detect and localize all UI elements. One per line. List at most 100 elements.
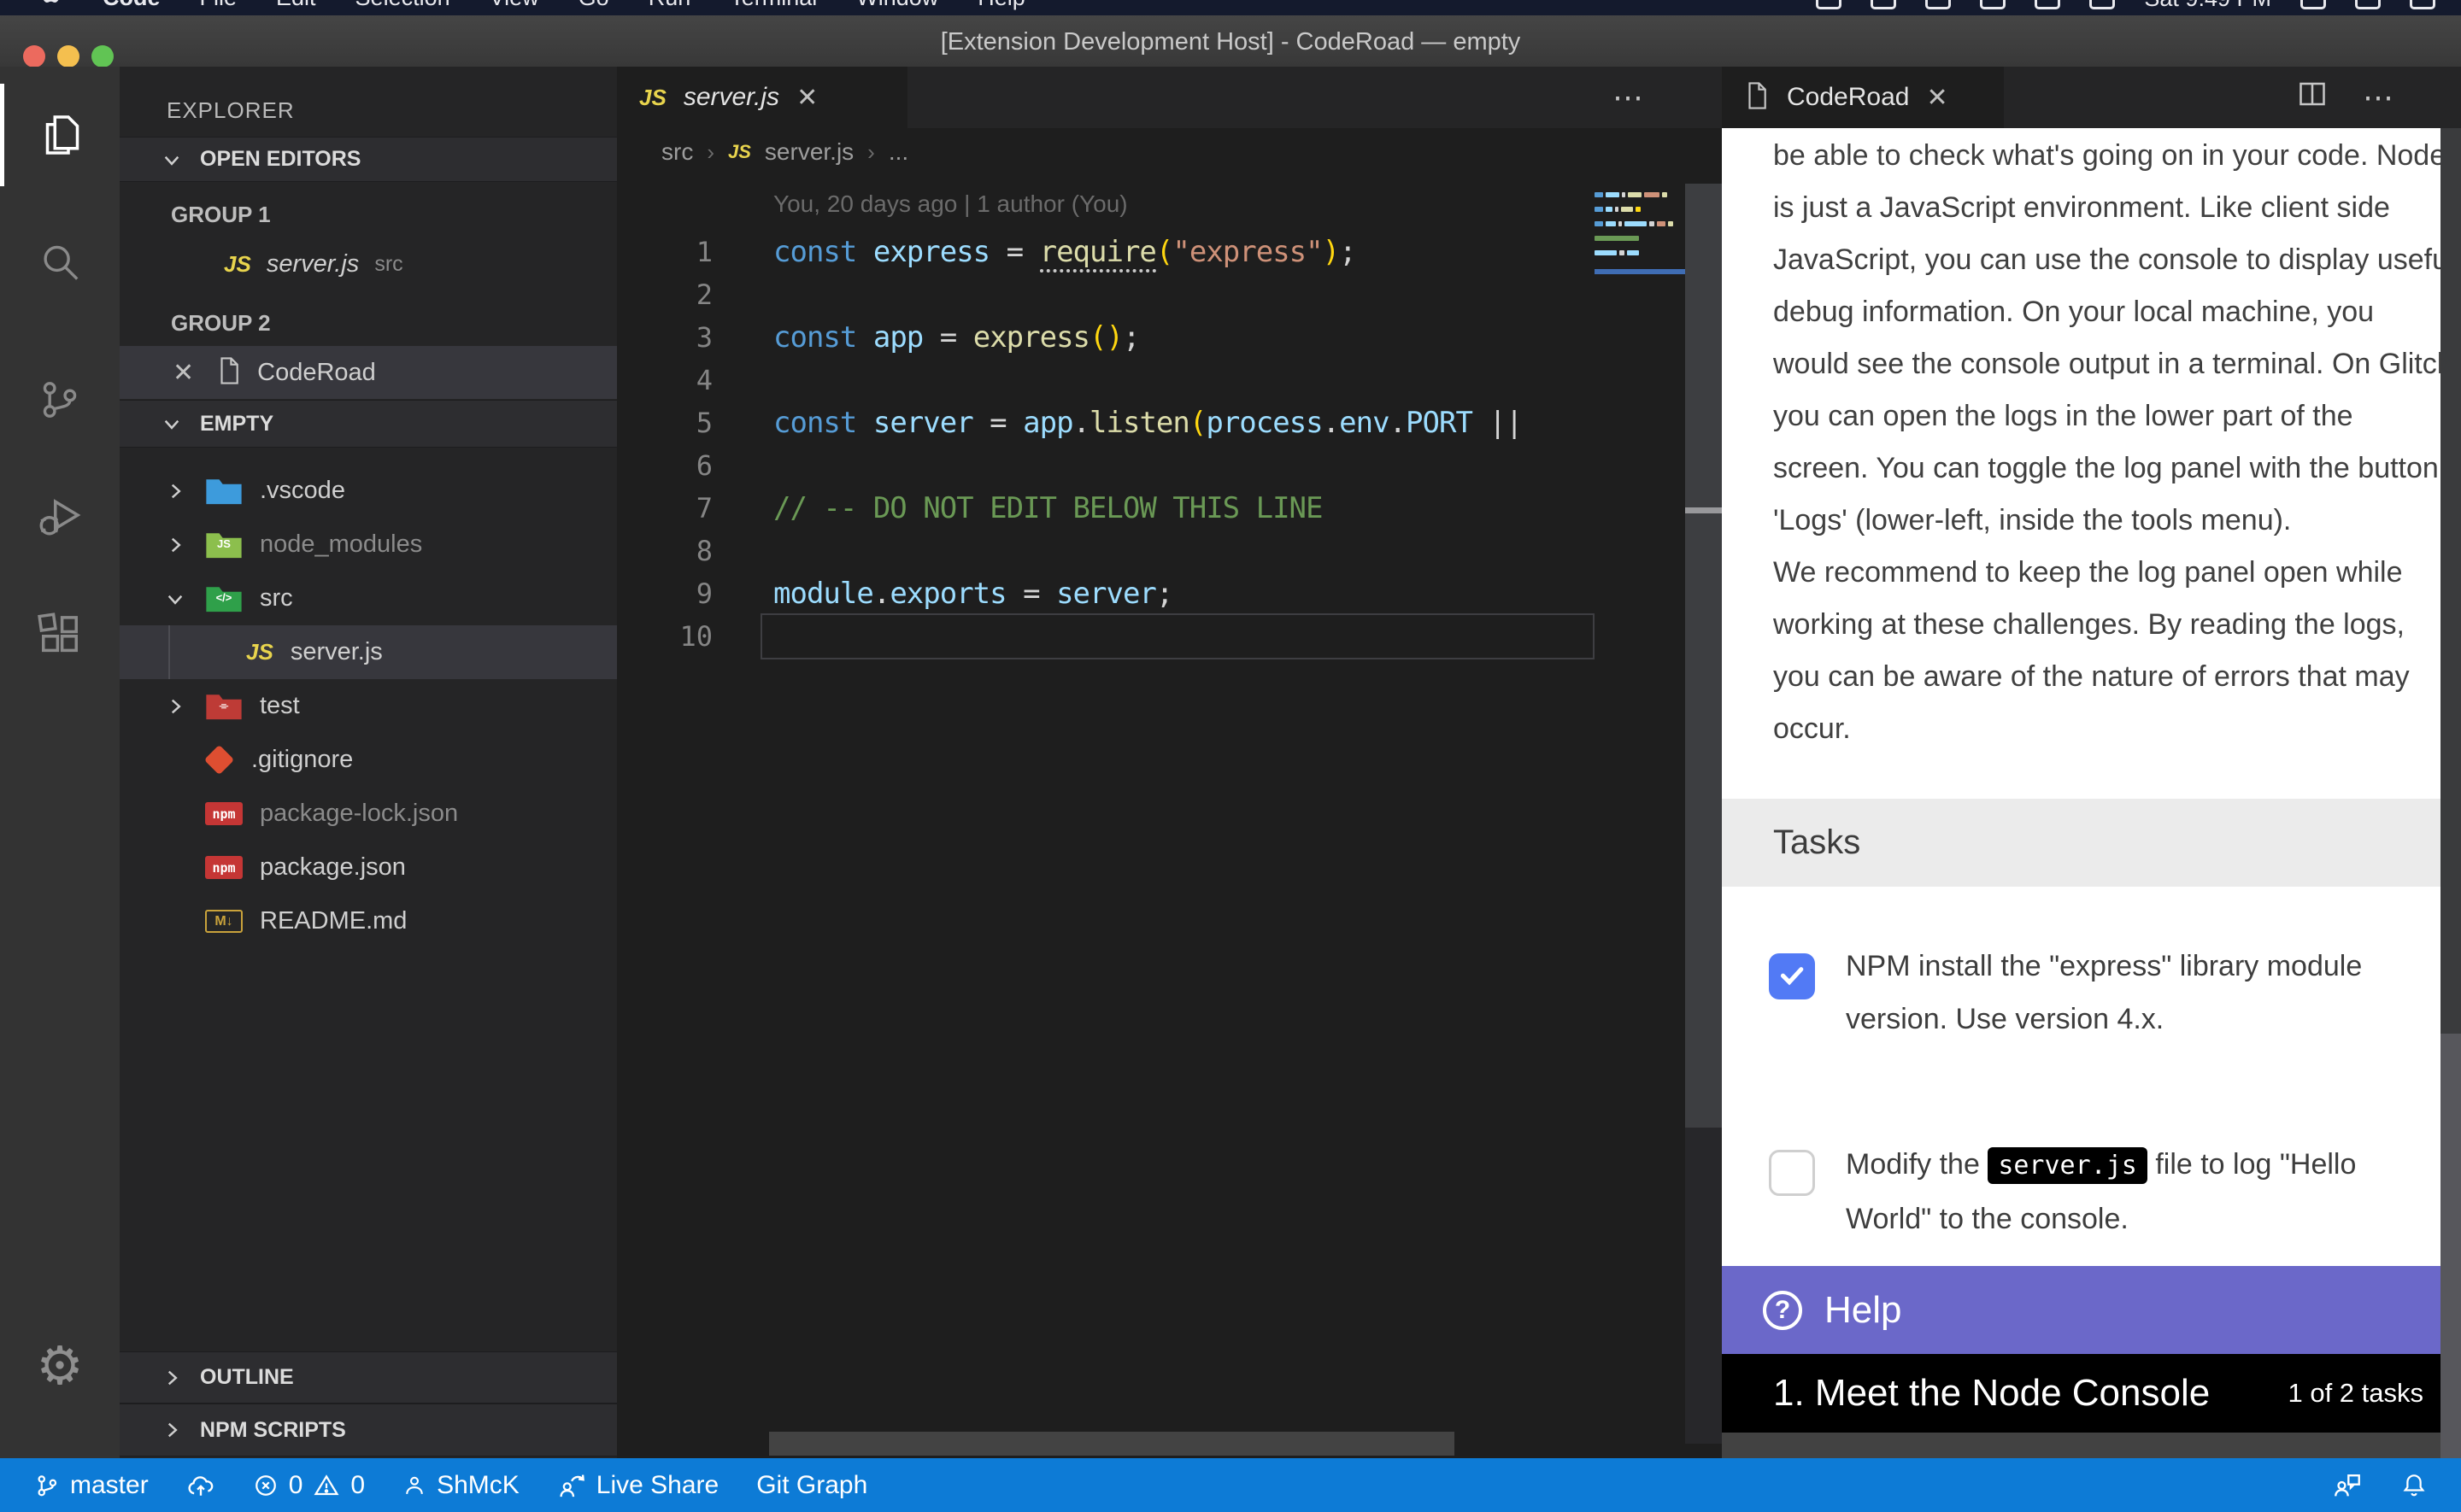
editor-actions[interactable]: ⋯ [1612,67,1643,128]
menu-item-code[interactable]: Code [103,0,161,15]
explorer-sidebar: EXPLORER OPEN EDITORSGROUP 1JS server.js… [120,67,617,1458]
statusbar-label: Git Graph [756,1471,867,1500]
menubar-status-icon[interactable] [1925,0,1951,9]
menu-item-window[interactable]: Window [856,0,938,15]
breadcrumb-symbol[interactable]: ... [889,138,908,166]
tree-item-package-lock-json[interactable]: npmpackage-lock.json [120,787,617,841]
lesson-text-line: you can be aware of the nature of errors… [1773,651,2423,703]
statusbar-item-git-graph[interactable]: Git Graph [756,1471,867,1500]
menu-item-selection[interactable]: Selection [355,0,450,15]
statusbar-item-live-share-account[interactable]: ShMcK [402,1471,520,1500]
editor-vertical-scrollbar[interactable] [1685,184,1722,1128]
apple-logo-icon[interactable] [43,0,63,15]
menu-item-edit[interactable]: Edit [276,0,316,15]
panel-actions: ⋯ [2296,67,2393,128]
more-ellipsis-icon[interactable]: ⋯ [2363,79,2393,115]
code-line-5[interactable]: const server = app.listen(process.env.PO… [773,401,1522,444]
line-number: 4 [617,359,713,401]
section-header-open-editors[interactable]: OPEN EDITORS [120,137,617,182]
split-editor-icon[interactable] [2296,79,2329,117]
panel-scrollbar-thumb[interactable] [2440,128,2461,1034]
menu-item-run[interactable]: Run [649,0,691,15]
section-header-npm-scripts[interactable]: NPM SCRIPTS [120,1404,617,1456]
menu-item-file[interactable]: File [200,0,238,15]
close-icon[interactable]: ✕ [796,83,818,113]
editor-horizontal-scrollbar[interactable] [769,1432,1454,1456]
close-icon[interactable]: ✕ [1926,83,1947,113]
more-ellipsis-icon[interactable]: ⋯ [1612,79,1643,115]
statusbar-label: 0 [289,1471,303,1500]
menubar-status-icon[interactable] [2410,0,2435,9]
line-number: 2 [617,273,713,316]
activitybar-settings-gear[interactable]: ⚙ [0,1314,120,1416]
tree-item-node-modules[interactable]: JSnode_modules [120,518,617,571]
line-number: 9 [617,572,713,615]
activitybar-explorer[interactable] [0,84,120,186]
statusbar-item-git-branch-master[interactable]: master [34,1471,149,1500]
menu-item-help[interactable]: Help [978,0,1025,15]
lesson-title: 1. Meet the Node Console [1773,1372,2288,1415]
folder-vscode-icon [205,477,243,506]
activitybar-search[interactable] [0,212,120,314]
lesson-footer[interactable]: 1. Meet the Node Console 1 of 2 tasks [1722,1354,2461,1433]
tree-item--gitignore[interactable]: .gitignore [120,733,617,787]
open-editor-coderoad[interactable]: ✕ CodeRoad [120,346,617,399]
statusbar-item-notifications[interactable] [2401,1472,2427,1499]
tree-item-src[interactable]: </>src [120,571,617,625]
help-accordion[interactable]: ? Help [1722,1266,2461,1354]
minimap-line [1595,236,1639,241]
task-checkbox-1[interactable] [1769,953,1815,999]
breadcrumb-server-js[interactable]: server.js [765,138,854,166]
breadcrumb-src[interactable]: src [661,138,693,166]
activitybar-source-control[interactable] [0,349,120,451]
menubar-clock[interactable]: Sat 9:49 PM [2144,0,2271,15]
gitlens-blame-annotation: You, 20 days ago | 1 author (You) [773,190,1128,218]
statusbar-label: master [70,1471,149,1500]
section-header-empty[interactable]: EMPTY [120,400,617,448]
code-line-9[interactable]: module.exports = server; [773,572,1172,615]
tasks-section-header: Tasks [1722,799,2440,887]
menu-item-go[interactable]: Go [579,0,609,15]
tree-item-server-js[interactable]: JSserver.js [120,625,617,679]
tree-item-package-json[interactable]: npmpackage.json [120,841,617,894]
open-editor-server-js[interactable]: JS server.js src [120,237,617,290]
section-header-outline[interactable]: OUTLINE [120,1351,617,1404]
line-number: 1 [617,231,713,273]
minimap[interactable] [1595,186,1685,340]
bell-icon [2401,1472,2427,1499]
menubar-status-icon[interactable] [1816,0,1841,9]
minimap-line [1595,221,1673,226]
statusbar-item-feedback[interactable] [2333,1472,2362,1499]
menubar-status-icon[interactable] [2355,0,2381,9]
tab-coderoad[interactable]: CodeRoad ✕ [1722,67,2004,128]
statusbar-item-problems[interactable]: 00 [253,1471,365,1500]
menubar-status-icon[interactable] [2035,0,2060,9]
sidebar-title: EXPLORER [167,97,295,124]
code-line-7[interactable]: // -- DO NOT EDIT BELOW THIS LINE [773,487,1323,530]
window-title: [Extension Development Host] - CodeRoad … [0,28,2461,56]
tree-item--vscode[interactable]: .vscode [120,464,617,518]
menu-item-view[interactable]: View [490,0,539,15]
close-icon[interactable]: ✕ [173,358,194,388]
tree-item-test[interactable]: ⌯test [120,679,617,733]
menubar-status-icon[interactable] [1980,0,2006,9]
task-checkbox-2[interactable] [1769,1150,1815,1196]
editor-scrollbar-handle[interactable] [1685,507,1722,513]
menubar-status-icon[interactable] [2300,0,2326,9]
lesson-text-line: We recommend to keep the log panel open … [1773,547,2423,599]
menubar-status-icon[interactable] [1871,0,1896,9]
lesson-text-line: occur. [1773,703,2423,755]
menu-item-terminal[interactable]: Terminal [730,0,817,15]
help-question-icon: ? [1763,1291,1802,1330]
status-bar: master 00 ShMcK Live Share Git Graph [0,1458,2461,1512]
code-line-1[interactable]: const express = require("express"); [773,231,1356,273]
activitybar-run-debug[interactable] [0,464,120,566]
menubar-status-icon[interactable] [2089,0,2115,9]
tab-server-js[interactable]: JS server.js ✕ [617,67,907,128]
tree-item-readme-md[interactable]: M↓README.md [120,894,617,948]
statusbar-item-publish-changes[interactable] [186,1473,215,1498]
statusbar-item-live-share[interactable]: Live Share [557,1471,719,1500]
activitybar-extensions[interactable] [0,583,120,686]
markdown-file-icon: M↓ [205,910,243,933]
code-line-3[interactable]: const app = express(); [773,316,1139,359]
